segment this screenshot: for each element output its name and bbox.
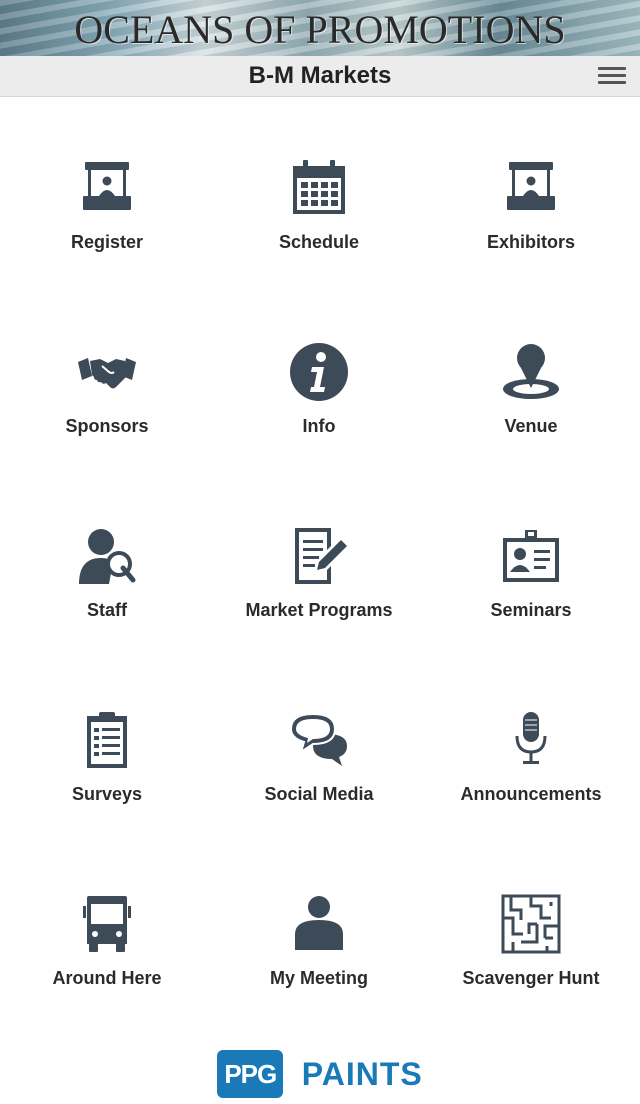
tile-exhibitors[interactable]: Exhibitors bbox=[431, 158, 631, 308]
calendar-icon bbox=[289, 158, 349, 218]
tile-scavenger-hunt[interactable]: Scavenger Hunt bbox=[431, 894, 631, 1044]
tile-social-media[interactable]: Social Media bbox=[219, 710, 419, 860]
tile-label: Announcements bbox=[460, 784, 602, 804]
tile-around-here[interactable]: Around Here bbox=[7, 894, 207, 1044]
tile-label: Sponsors bbox=[65, 416, 149, 436]
tile-label: Register bbox=[70, 232, 144, 252]
tile-sponsors[interactable]: Sponsors bbox=[7, 342, 207, 492]
tile-label: My Meeting bbox=[269, 968, 368, 988]
handshake-icon bbox=[77, 342, 137, 402]
tile-staff[interactable]: Staff bbox=[7, 526, 207, 676]
paints-logo-text: PAINTS bbox=[301, 1055, 423, 1092]
tile-label: Scavenger Hunt bbox=[462, 968, 600, 988]
tile-market-programs[interactable]: Market Programs bbox=[219, 526, 419, 676]
ppg-paints-logo: PPG PAINTS bbox=[0, 1050, 640, 1104]
tile-label: Venue bbox=[504, 416, 558, 436]
info-icon bbox=[289, 342, 349, 402]
tile-label: Market Programs bbox=[245, 600, 393, 620]
tile-announcements[interactable]: Announcements bbox=[431, 710, 631, 860]
tile-surveys[interactable]: Surveys bbox=[7, 710, 207, 860]
tile-register[interactable]: Register bbox=[7, 158, 207, 308]
tile-seminars[interactable]: Seminars bbox=[431, 526, 631, 676]
tile-my-meeting[interactable]: My Meeting bbox=[219, 894, 419, 1044]
chat-bubbles-icon bbox=[289, 710, 349, 770]
person-icon bbox=[289, 894, 349, 954]
tile-label: Social Media bbox=[264, 784, 374, 804]
clipboard-icon bbox=[77, 710, 137, 770]
banner-title: OCEANS OF PROMOTIONS bbox=[74, 7, 566, 52]
tile-info[interactable]: Info bbox=[219, 342, 419, 492]
bus-icon bbox=[77, 894, 137, 954]
document-edit-icon bbox=[289, 526, 349, 586]
booth-icon bbox=[501, 158, 561, 218]
maze-icon bbox=[501, 894, 561, 954]
id-badge-icon bbox=[501, 526, 561, 586]
booth-icon bbox=[77, 158, 137, 218]
app-bar: B-M Markets bbox=[0, 56, 640, 97]
tile-label: Seminars bbox=[490, 600, 572, 620]
ppg-logo-mark: PPG bbox=[217, 1050, 284, 1098]
tile-label: Around Here bbox=[52, 968, 162, 988]
tile-label: Info bbox=[302, 416, 336, 436]
tile-label: Surveys bbox=[71, 784, 143, 804]
header-banner: OCEANS OF PROMOTIONS bbox=[0, 0, 640, 56]
tile-label: Exhibitors bbox=[486, 232, 575, 252]
microphone-icon bbox=[501, 710, 561, 770]
location-pin-icon bbox=[501, 342, 561, 402]
tile-venue[interactable]: Venue bbox=[431, 342, 631, 492]
hamburger-menu-icon[interactable] bbox=[598, 64, 626, 88]
person-search-icon bbox=[77, 526, 137, 586]
tile-label: Staff bbox=[87, 600, 127, 620]
tile-label: Schedule bbox=[278, 232, 360, 252]
page-title: B-M Markets bbox=[248, 62, 392, 89]
tile-schedule[interactable]: Schedule bbox=[219, 158, 419, 308]
